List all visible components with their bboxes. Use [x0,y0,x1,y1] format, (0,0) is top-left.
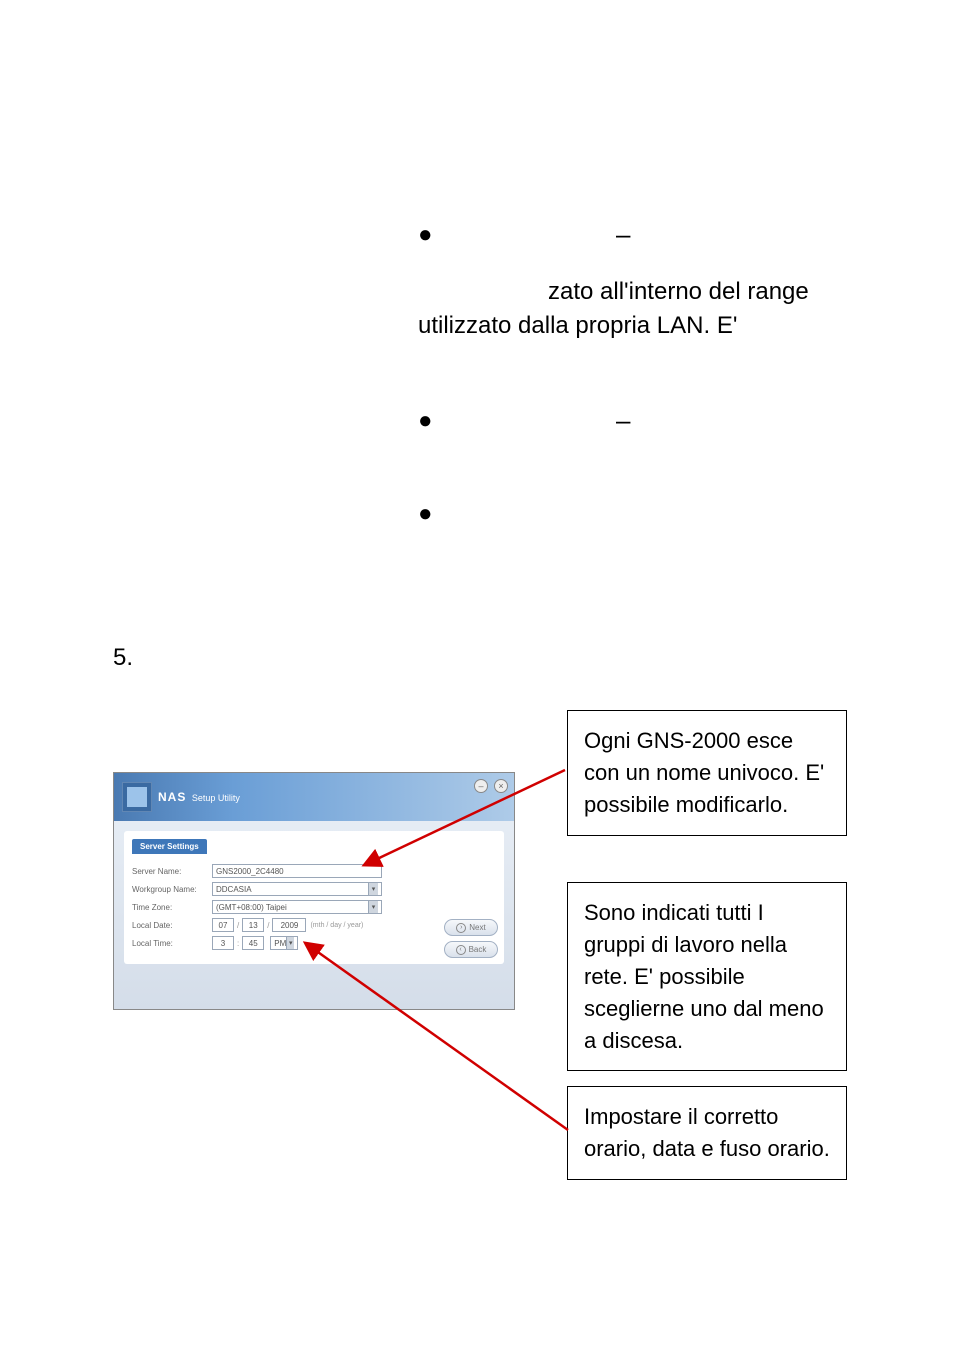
close-button[interactable]: × [494,779,508,793]
callout-server-name: Ogni GNS-2000 esce con un nome univoco. … [567,710,847,836]
dash-2: – [616,405,630,436]
date-month-input[interactable]: 07 [212,918,234,932]
time-minute-input[interactable]: 45 [242,936,264,950]
timezone-value: (GMT+08:00) Taipei [216,903,287,912]
chevron-down-icon: ▾ [286,937,294,949]
dash-1: – [616,219,630,250]
label-local-time: Local Time: [132,939,212,948]
ampm-select[interactable]: PM ▾ [270,936,298,950]
arrow-left-icon: ‹ [456,945,466,955]
timezone-select[interactable]: (GMT+08:00) Taipei ▾ [212,900,382,914]
callout-time: Impostare il corretto orario, data e fus… [567,1086,847,1180]
step-number: 5. [113,644,133,672]
workgroup-select[interactable]: DDCASIA ▾ [212,882,382,896]
ampm-value: PM [274,939,286,948]
time-hour-input[interactable]: 3 [212,936,234,950]
server-settings-panel: Server Settings Server Name: GNS2000_2C4… [124,831,504,964]
bullet-2: ● [418,407,433,435]
app-title: NAS [158,790,186,804]
workgroup-value: DDCASIA [216,885,252,894]
label-server-name: Server Name: [132,867,212,876]
body-text-1: zato all'interno del range utilizzato da… [418,275,848,342]
callout-workgroup: Sono indicati tutti I gruppi di lavoro n… [567,882,847,1071]
nas-utility-window: NAS Setup Utility – × Server Settings Se… [113,772,515,1010]
chevron-down-icon: ▾ [368,883,378,895]
arrow-right-icon: › [456,923,466,933]
chevron-down-icon: ▾ [368,901,378,913]
label-local-date: Local Date: [132,921,212,930]
label-timezone: Time Zone: [132,903,212,912]
tab-server-settings[interactable]: Server Settings [132,839,207,854]
label-workgroup: Workgroup Name: [132,885,212,894]
next-button[interactable]: › Next [444,919,498,936]
back-button[interactable]: ‹ Back [444,941,498,958]
bullet-1: ● [418,221,433,249]
minimize-button[interactable]: – [474,779,488,793]
app-subtitle: Setup Utility [192,793,240,803]
server-name-input[interactable]: GNS2000_2C4480 [212,864,382,878]
date-day-input[interactable]: 13 [242,918,264,932]
window-titlebar: NAS Setup Utility – × [114,773,514,821]
levelone-logo-icon [122,782,152,812]
date-year-input[interactable]: 2009 [272,918,306,932]
bullet-3: ● [418,500,433,528]
date-hint: (mth / day / year) [310,922,363,929]
